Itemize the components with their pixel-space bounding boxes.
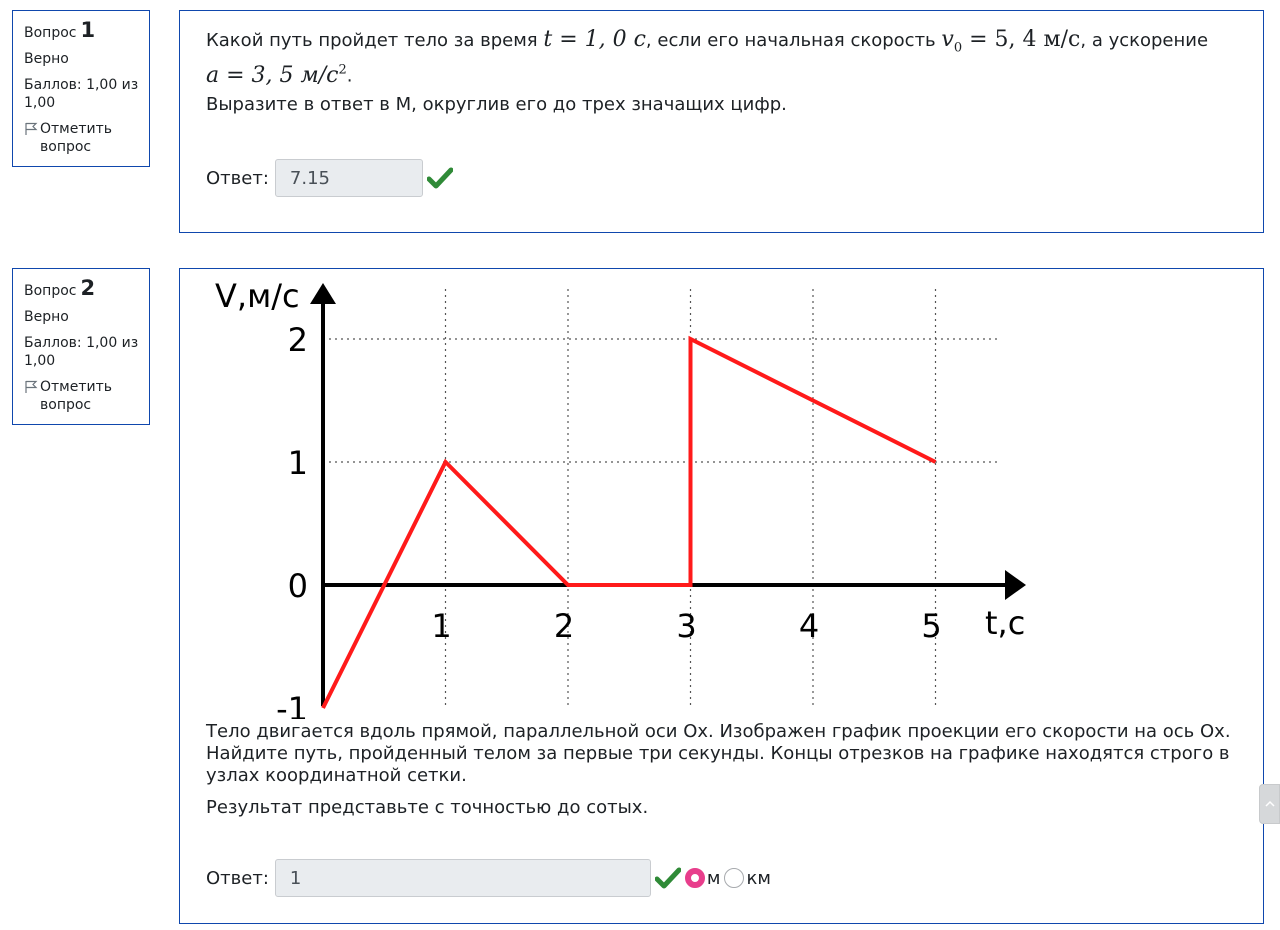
question-state: Верно bbox=[24, 309, 69, 325]
answer-row: Ответ: bbox=[206, 159, 453, 197]
radio-unselected-icon[interactable] bbox=[724, 868, 745, 888]
scroll-to-top-button[interactable] bbox=[1259, 784, 1280, 824]
question-text-part: Какой путь пройдет тело за время bbox=[206, 30, 538, 51]
question-2-content: 1 2 3 4 5 -1 0 1 2 V,м/с t,c Тело двигается вдоль … bbox=[179, 268, 1264, 924]
question-label: Вопрос bbox=[24, 283, 77, 299]
velocity-time-chart: 1 2 3 4 5 -1 0 1 2 V,м/с t,c bbox=[215, 277, 1026, 719]
flag-question-label: Отметить вопрос bbox=[40, 121, 113, 155]
question-text-part: , а ускорение bbox=[1080, 30, 1209, 51]
unit-radio-km[interactable]: км bbox=[724, 867, 771, 889]
x-axis-label: t,c bbox=[985, 604, 1025, 642]
y-tick-label: 0 bbox=[288, 567, 308, 605]
question-text-part: , если его начальная скорость bbox=[645, 30, 936, 51]
unit-radio-m[interactable]: м bbox=[684, 867, 721, 889]
answer-label: Ответ: bbox=[206, 167, 269, 189]
flag-icon bbox=[25, 122, 38, 135]
y-tick-label: 2 bbox=[288, 321, 308, 359]
question-grade: Баллов: 1,00 из 1,00 bbox=[24, 77, 139, 111]
question-label: Вопрос bbox=[24, 25, 77, 41]
flag-icon bbox=[25, 380, 38, 393]
velocity-formula: v0 = 5, 4 м/с bbox=[941, 27, 1081, 56]
acceleration-value: a = 3, 5 м/с bbox=[206, 62, 339, 88]
question-text-period: . bbox=[346, 65, 353, 87]
y-axis-arrow bbox=[310, 283, 336, 304]
question-instruction: Выразите в ответ в М, округлив его до тр… bbox=[206, 93, 787, 115]
flag-question-link[interactable]: Отметить вопрос bbox=[24, 120, 139, 156]
y-tick-label: -1 bbox=[276, 690, 308, 719]
velocity-value: = 5, 4 м/с bbox=[962, 27, 1081, 52]
question-1-content: Какой путь пройдет тело за время t = 1, … bbox=[179, 10, 1264, 233]
radio-selected-icon[interactable] bbox=[684, 868, 705, 888]
flag-question-link[interactable]: Отметить вопрос bbox=[24, 378, 139, 414]
question-state: Верно bbox=[24, 51, 69, 67]
question-2-text: Тело двигается вдоль прямой, параллельно… bbox=[206, 721, 1246, 819]
question-grade: Баллов: 1,00 из 1,00 bbox=[24, 335, 139, 369]
velocity-subscript: 0 bbox=[953, 40, 963, 56]
question-precision: Результат представьте с точностью до сот… bbox=[206, 797, 649, 818]
question-1-text: Какой путь пройдет тело за время t = 1, … bbox=[206, 29, 1246, 116]
unit-label: км bbox=[746, 867, 771, 889]
flag-question-label: Отметить вопрос bbox=[40, 379, 113, 413]
answer-label: Ответ: bbox=[206, 867, 269, 889]
question-1-number-line: Вопрос 1 bbox=[24, 18, 139, 42]
correct-check-icon bbox=[654, 867, 681, 889]
velocity-symbol: v bbox=[941, 27, 954, 52]
x-axis-arrow bbox=[1005, 570, 1026, 600]
x-tick-label: 1 bbox=[431, 607, 451, 645]
x-tick-label: 2 bbox=[554, 607, 574, 645]
x-tick-label: 3 bbox=[676, 607, 696, 645]
question-2-number-line: Вопрос 2 bbox=[24, 276, 139, 300]
unit-label: м bbox=[706, 867, 721, 889]
acceleration-formula: a = 3, 5 м/с2 bbox=[206, 62, 347, 88]
chevron-up-icon bbox=[1264, 800, 1275, 807]
question-1-info: Вопрос 1 Верно Баллов: 1,00 из 1,00 Отме… bbox=[12, 10, 150, 167]
answer-row: Ответ: м км bbox=[206, 859, 771, 897]
time-formula: t = 1, 0 c bbox=[543, 27, 646, 52]
correct-check-icon bbox=[426, 167, 453, 189]
answer-input[interactable] bbox=[274, 159, 423, 197]
question-statement: Тело двигается вдоль прямой, параллельно… bbox=[206, 721, 1231, 786]
question-number: 1 bbox=[80, 18, 96, 42]
x-tick-label: 5 bbox=[921, 607, 941, 645]
velocity-series-line bbox=[321, 335, 937, 709]
answer-input[interactable] bbox=[274, 859, 651, 897]
question-number: 2 bbox=[80, 276, 96, 300]
acceleration-exponent: 2 bbox=[338, 62, 347, 78]
y-tick-label: 1 bbox=[288, 444, 308, 482]
y-axis-label: V,м/с bbox=[215, 277, 300, 315]
question-2-info: Вопрос 2 Верно Баллов: 1,00 из 1,00 Отме… bbox=[12, 268, 150, 425]
x-tick-label: 4 bbox=[799, 607, 819, 645]
